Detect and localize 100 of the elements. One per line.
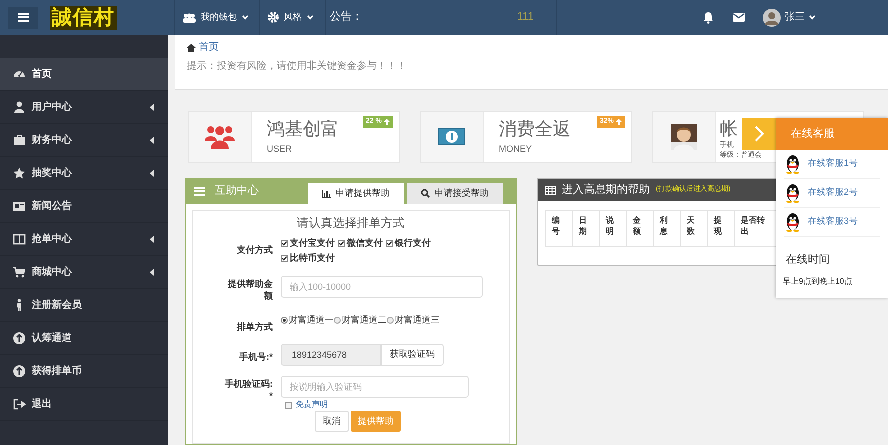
- radio-button[interactable]: [334, 317, 341, 324]
- hours-title: 在线时间: [786, 253, 831, 268]
- sidebar-item[interactable]: 商城中心: [0, 256, 168, 289]
- checkbox-label: 比特币支付: [290, 252, 335, 264]
- logo: 誠信村: [50, 6, 117, 30]
- checkbox-label: 银行支付: [395, 237, 431, 249]
- panel-title: 在线客服: [776, 118, 888, 150]
- menu-button[interactable]: [8, 6, 38, 28]
- messages-button[interactable]: [733, 13, 745, 22]
- bell-icon: [703, 12, 714, 24]
- field-label: 手机验证码: *: [224, 378, 273, 402]
- chevron-down-icon: [307, 15, 314, 20]
- cancel-button[interactable]: 取消: [315, 411, 349, 432]
- notifications-button[interactable]: [703, 12, 714, 24]
- notice-label: 公告：: [330, 10, 363, 26]
- menu-icon: [18, 13, 28, 22]
- avatar-icon: [763, 8, 781, 26]
- column-header: 天数: [687, 215, 696, 237]
- card-subtitle: MONEY: [499, 143, 534, 156]
- sidebar-item[interactable]: 用户中心: [0, 91, 168, 124]
- sidebar-item[interactable]: 获得排单币: [0, 355, 168, 388]
- checkbox-label: 支付宝支付: [290, 237, 335, 249]
- disclaimer-link[interactable]: 免责声明: [296, 400, 328, 410]
- banknote-icon: [438, 128, 466, 146]
- hours-text: 早上9点到晚上10点: [783, 276, 854, 288]
- users-icon: [183, 12, 196, 22]
- checkbox[interactable]: [338, 240, 345, 246]
- radio-button[interactable]: [281, 317, 288, 324]
- tip-text: 提示：投资有风险，请使用非关键资金参与！！！: [187, 60, 408, 74]
- column-header: 日期: [579, 215, 588, 237]
- code-field[interactable]: 按说明输入验证码: [281, 376, 469, 398]
- amount-field[interactable]: 输入100-10000: [281, 276, 483, 298]
- search-icon: [421, 189, 430, 198]
- star-icon: [13, 166, 26, 180]
- sidebar-item[interactable]: 退出: [0, 388, 168, 421]
- penguin-icon: [784, 184, 802, 202]
- field-label: 提供帮助金额: [227, 278, 273, 302]
- checkbox-label: 微信支付: [347, 237, 383, 249]
- breadcrumb-link[interactable]: 首页: [187, 40, 219, 55]
- user-menu[interactable]: 张三: [763, 8, 816, 26]
- column-header: 编号: [552, 215, 561, 237]
- radio-button[interactable]: [387, 317, 394, 324]
- briefcase-icon: [13, 134, 26, 146]
- form-heading: 请认真选择排单方式: [297, 216, 405, 231]
- card-title: 消费全返: [499, 118, 571, 141]
- phone-field[interactable]: 18912345678: [281, 344, 381, 366]
- chevron-right-icon: [754, 126, 764, 142]
- sidebar-item[interactable]: 注册新会员: [0, 289, 168, 322]
- service-link[interactable]: 在线客服3号: [784, 208, 880, 237]
- column-header: 金额: [633, 215, 642, 237]
- user-icon: [13, 100, 26, 114]
- penguin-icon: [784, 154, 802, 174]
- sidebar-item[interactable]: 抽奖中心: [0, 157, 168, 190]
- chevron-down-icon: [242, 15, 249, 20]
- service-link[interactable]: 在线客服2号: [784, 179, 880, 208]
- column-header: 利息: [660, 215, 669, 237]
- sidebar-item[interactable]: 抢单中心: [0, 223, 168, 256]
- checkbox[interactable]: [281, 240, 288, 246]
- arrow-up-icon: [384, 119, 390, 125]
- service-link[interactable]: 在线客服1号: [784, 150, 880, 179]
- cart-icon: [13, 266, 26, 278]
- radio-label: 财富通道三: [395, 314, 440, 327]
- checkbox[interactable]: [285, 402, 292, 408]
- arrow-up-icon: [616, 119, 622, 125]
- penguin-icon: [784, 212, 802, 232]
- radio-label: 财富通道二: [342, 314, 387, 327]
- column-header: 说明: [606, 215, 615, 237]
- card-title: 鸿基创富: [267, 118, 339, 141]
- notice-text: 111: [517, 10, 534, 26]
- logout-icon: [13, 398, 26, 410]
- panel-title: 进入高息期的帮助: [562, 182, 650, 198]
- tab[interactable]: 申请接受帮助: [407, 183, 503, 204]
- gear-icon: [268, 12, 279, 23]
- field-label: 支付方式: [237, 244, 273, 256]
- menu-icon: [194, 187, 205, 196]
- tab[interactable]: 申请提供帮助: [308, 183, 404, 204]
- checkbox[interactable]: [386, 240, 393, 246]
- checkbox[interactable]: [281, 254, 288, 262]
- column-header: 提现: [714, 215, 723, 237]
- envelope-icon: [733, 13, 745, 22]
- card-subtitle: USER: [267, 143, 294, 156]
- users-icon: [205, 125, 235, 149]
- field-label: 排单方式: [237, 321, 273, 333]
- arrow-circle-icon: [13, 332, 26, 344]
- columns-icon: [13, 232, 26, 246]
- newspaper-icon: [13, 200, 26, 212]
- field-label: 手机号:*: [240, 351, 273, 363]
- sidebar-item[interactable]: 首页: [0, 58, 168, 91]
- panel-title: 互助中心: [215, 184, 259, 200]
- bar-chart-icon: [322, 190, 331, 198]
- sidebar-item[interactable]: 财务中心: [0, 124, 168, 157]
- column-header: 是否转出: [741, 215, 766, 237]
- home-icon: [187, 44, 196, 52]
- table-icon: [545, 186, 556, 194]
- get-code-button[interactable]: 获取验证码: [381, 344, 444, 366]
- card-title: 帐: [720, 118, 738, 141]
- chevron-down-icon: [809, 15, 816, 20]
- radio-label: 财富通道一: [289, 314, 334, 327]
- sidebar-item[interactable]: 认筹通道: [0, 322, 168, 355]
- sidebar-item[interactable]: 新闻公告: [0, 190, 168, 223]
